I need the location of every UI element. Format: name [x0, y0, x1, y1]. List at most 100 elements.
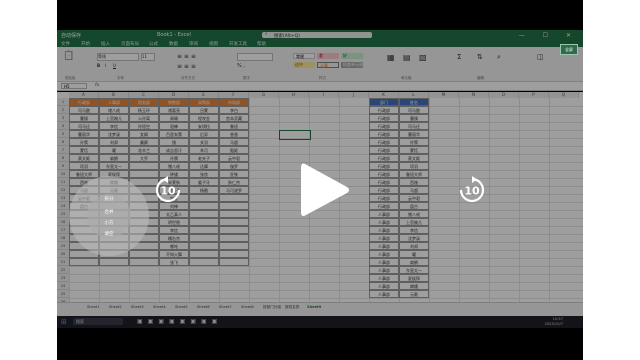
- table-cell[interactable]: 人事部: [369, 218, 399, 226]
- row-header[interactable]: 5: [57, 130, 69, 138]
- table-cell[interactable]: 太乙真人: [159, 210, 189, 218]
- sort-filter-icon[interactable]: ⇅: [477, 53, 483, 61]
- table-cell[interactable]: 行政部: [369, 170, 399, 178]
- table-cell[interactable]: 行政部: [369, 114, 399, 122]
- row-header[interactable]: 8: [57, 154, 69, 162]
- table-cell[interactable]: [99, 258, 129, 266]
- table-header-cell[interactable]: 采购部: [189, 98, 219, 106]
- table-cell[interactable]: 司马迁: [69, 122, 99, 130]
- table-cell[interactable]: 李信: [159, 226, 189, 234]
- table-header-cell[interactable]: 市场部: [219, 98, 249, 106]
- skip-forward-button[interactable]: 10: [457, 175, 487, 205]
- font-size-select[interactable]: 11: [141, 53, 155, 61]
- sheet-tab[interactable]: Sheet8: [241, 305, 254, 309]
- table-cell[interactable]: 老夫子: [189, 154, 219, 162]
- style-normal[interactable]: 常规: [293, 53, 315, 59]
- table-cell[interactable]: 上官婉儿: [399, 218, 429, 226]
- row-header[interactable]: 1: [57, 98, 69, 106]
- italic-button[interactable]: I: [105, 63, 106, 68]
- table-cell[interactable]: 程咬金: [189, 114, 219, 122]
- table-cell[interactable]: 猪八戒: [159, 162, 189, 170]
- table-cell[interactable]: 诸八戒: [99, 106, 129, 114]
- table-cell[interactable]: [219, 194, 249, 202]
- table-cell[interactable]: 狂铁: [219, 170, 249, 178]
- table-cell[interactable]: 宫本武藏: [219, 114, 249, 122]
- play-button[interactable]: [297, 158, 353, 222]
- table-cell[interactable]: 鲁班大师: [69, 170, 99, 178]
- table-cell[interactable]: 行政部: [369, 154, 399, 162]
- row-header[interactable]: 21: [57, 258, 69, 266]
- row-header[interactable]: 2: [57, 106, 69, 114]
- table-header-cell[interactable]: 行政部: [69, 98, 99, 106]
- circle-item-2[interactable]: 合并: [69, 209, 149, 215]
- row-header[interactable]: 13: [57, 194, 69, 202]
- table-cell[interactable]: [219, 234, 249, 242]
- table-cell[interactable]: 杨玉环: [129, 106, 159, 114]
- table-cell[interactable]: 蔡文姬: [399, 154, 429, 162]
- column-header-g[interactable]: G: [249, 92, 279, 98]
- row-header[interactable]: 17: [57, 226, 69, 234]
- table-cell[interactable]: 鲁班大师: [399, 170, 429, 178]
- table-cell[interactable]: 人事部: [369, 210, 399, 218]
- table-cell[interactable]: 曜: [99, 146, 129, 154]
- column-header-j[interactable]: J: [339, 92, 369, 98]
- table-cell[interactable]: 大乔: [129, 154, 159, 162]
- table-cell[interactable]: 女娲: [129, 130, 159, 138]
- column-header-h[interactable]: H: [279, 92, 309, 98]
- table-cell[interactable]: 人事部: [369, 226, 399, 234]
- row-header[interactable]: 18: [57, 234, 69, 242]
- column-header-n[interactable]: N: [459, 92, 489, 98]
- table-cell[interactable]: 人事部: [369, 290, 399, 298]
- table-cell[interactable]: 甄姬: [219, 146, 249, 154]
- table-cell[interactable]: 鲁班: [219, 122, 249, 130]
- row-header[interactable]: 4: [57, 122, 69, 130]
- table-cell[interactable]: [219, 226, 249, 234]
- bold-button[interactable]: B: [97, 63, 100, 68]
- table-cell[interactable]: 貂蝉: [159, 122, 189, 130]
- table-cell[interactable]: 姜子牙: [189, 178, 219, 186]
- table-cell[interactable]: 公孙离: [129, 114, 159, 122]
- table-cell[interactable]: 上官婉儿: [99, 114, 129, 122]
- sheet-tab[interactable]: Sheet9: [307, 305, 321, 309]
- table-cell[interactable]: 蒙恬: [399, 146, 429, 154]
- search-input[interactable]: ⌕ 搜索(Alt+Q): [262, 32, 372, 39]
- table-cell[interactable]: 马超: [399, 186, 429, 194]
- table-cell[interactable]: 不知火舞: [159, 250, 189, 258]
- fx-icon[interactable]: fx: [95, 83, 99, 88]
- insert-cells-icon[interactable]: ▦: [387, 53, 395, 62]
- sheet-tab[interactable]: Sheet1: [87, 305, 100, 309]
- table-cell[interactable]: 扁鹊: [399, 258, 429, 266]
- table-header-cell[interactable]: 姓名: [399, 98, 429, 106]
- table-cell[interactable]: 东皇太一: [99, 162, 129, 170]
- row-header[interactable]: 11: [57, 178, 69, 186]
- table-cell[interactable]: 李信: [399, 226, 429, 234]
- table-cell[interactable]: 曹丽华: [69, 130, 99, 138]
- autosave-label[interactable]: 自动保存: [61, 32, 81, 39]
- table-cell[interactable]: [189, 234, 219, 242]
- column-header-o[interactable]: O: [489, 92, 519, 98]
- underline-button[interactable]: U: [113, 63, 116, 68]
- style-calc[interactable]: 计算: [317, 62, 339, 68]
- table-cell[interactable]: 猪八戒: [399, 210, 429, 218]
- table-cell[interactable]: 橘右京: [159, 234, 189, 242]
- table-cell[interactable]: 司马迁: [399, 122, 429, 130]
- table-cell[interactable]: [189, 226, 219, 234]
- table-cell[interactable]: 云中君: [219, 154, 249, 162]
- table-cell[interactable]: 人事部: [369, 274, 399, 282]
- table-cell[interactable]: [189, 202, 219, 210]
- sheet-tab[interactable]: Sheet6: [197, 305, 210, 309]
- circle-item-1[interactable]: 拆分: [69, 196, 149, 202]
- table-cell[interactable]: 行政部: [369, 122, 399, 130]
- column-header-i[interactable]: I: [309, 92, 339, 98]
- table-cell[interactable]: 曹丽华: [399, 130, 429, 138]
- table-cell[interactable]: 关羽: [189, 138, 219, 146]
- table-cell[interactable]: [189, 242, 219, 250]
- table-cell[interactable]: 人事部: [369, 282, 399, 290]
- table-cell[interactable]: 西施: [399, 178, 429, 186]
- table-cell[interactable]: 东皇太一: [399, 266, 429, 274]
- autosum-icon[interactable]: Σ: [457, 53, 461, 61]
- circle-item-3[interactable]: 小方: [69, 220, 149, 226]
- sheet-tab[interactable]: Sheet4: [153, 305, 166, 309]
- table-cell[interactable]: 安琪拉: [189, 122, 219, 130]
- table-cell[interactable]: 李白: [219, 106, 249, 114]
